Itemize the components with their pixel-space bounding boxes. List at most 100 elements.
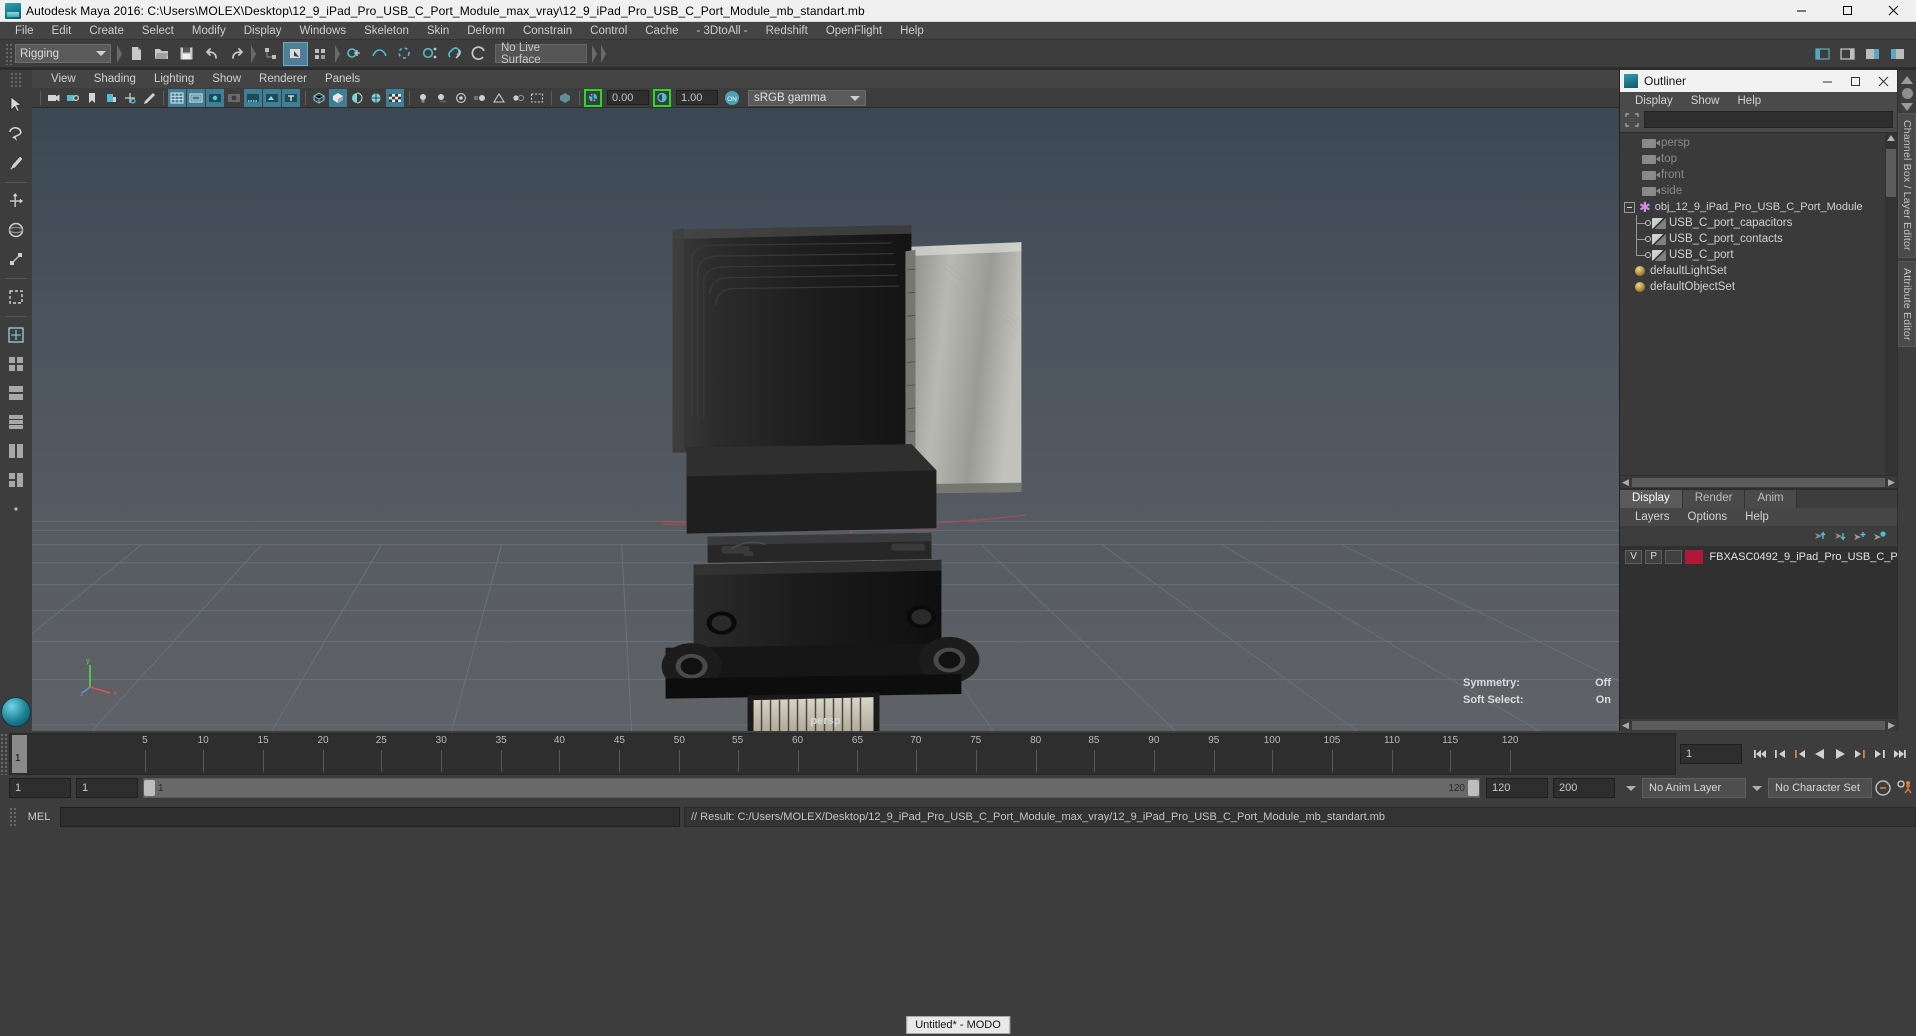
layer-editor-horizontal-scrollbar[interactable]: ◀ ▶ [1620,719,1897,731]
select-by-component-icon[interactable] [308,42,333,66]
current-frame-field[interactable]: 1 [1680,744,1742,764]
wireframe-on-shaded-icon[interactable] [367,89,385,107]
menu-select[interactable]: Select [133,22,183,40]
snap-to-point-icon[interactable] [392,42,417,66]
selection-filter-icon[interactable] [1624,112,1640,128]
show-hide-channel-box-icon[interactable] [1860,42,1885,66]
scroll-right-icon[interactable]: ▶ [1886,477,1897,488]
show-hide-attribute-editor-icon[interactable] [1835,42,1860,66]
grid-toggle-icon[interactable] [168,88,186,107]
new-layer-icon[interactable] [1849,527,1869,545]
menu-display[interactable]: Display [235,22,291,40]
menu-constrain[interactable]: Constrain [514,22,581,40]
scroll-right-icon[interactable]: ▶ [1886,720,1897,731]
scroll-thumb-icon[interactable] [1901,88,1913,99]
viewport-3d-canvas[interactable]: y x z Symmetry: Off Soft Select: On pers… [32,108,1619,731]
undo-icon[interactable] [199,42,224,66]
menu-file[interactable]: File [6,22,43,40]
image-plane-icon[interactable] [102,89,120,107]
tab-channel-box-layer-editor[interactable]: Channel Box / Layer Editor [1898,113,1916,258]
step-forward-frame-icon[interactable] [1850,743,1870,765]
range-slider-bar[interactable]: 1 120 [143,778,1480,798]
outliner-menu-help[interactable]: Help [1729,92,1771,110]
snap-to-projected-center-icon[interactable] [417,42,442,66]
outliner-item-capacitors[interactable]: USB_C_port_capacitors [1620,215,1897,231]
rotate-tool[interactable] [2,216,30,244]
move-tool[interactable] [2,187,30,215]
maximize-button[interactable] [1824,0,1870,22]
persp-outliner-layout[interactable] [2,379,30,407]
isolate-select-icon[interactable] [528,89,546,107]
menu-redshift[interactable]: Redshift [757,22,817,40]
viewport-menu-show[interactable]: Show [203,70,250,88]
layer-list[interactable]: V P FBXASC0492_9_iPad_Pro_USB_C_Por [1620,546,1897,719]
go-to-end-icon[interactable] [1890,743,1910,765]
redo-icon[interactable] [224,42,249,66]
outliner-vertical-scrollbar[interactable] [1885,133,1897,475]
exposure-value[interactable]: 0.00 [607,90,649,105]
new-scene-icon[interactable] [124,42,149,66]
layer-visibility-toggle[interactable]: V [1625,549,1643,564]
step-forward-keyframe-icon[interactable] [1870,743,1890,765]
taskbar-item-modo[interactable]: Untitled* - MODO [906,1016,1010,1034]
toolbar-collapse-5[interactable] [599,43,608,65]
depth-of-field-icon[interactable] [509,89,527,107]
outliner-item-persp[interactable]: persp [1620,135,1897,151]
chevron-down-icon[interactable] [1626,785,1636,791]
layer-playback-toggle[interactable]: P [1645,549,1663,564]
shadows-icon[interactable] [433,89,451,107]
color-management-toggle[interactable]: ON [722,89,742,107]
snap-to-view-plane-icon[interactable] [442,42,467,66]
tab-attribute-editor[interactable]: Attribute Editor [1898,260,1916,348]
scroll-up-icon[interactable] [1901,76,1913,84]
collapse-expand-icon[interactable] [1624,201,1635,213]
gamma-value[interactable]: 1.00 [676,90,718,105]
exposure-icon[interactable] [584,88,602,107]
save-scene-icon[interactable] [174,42,199,66]
menu-3dtoall[interactable]: - 3DtoAll - [688,22,757,40]
auto-keyframe-icon[interactable] [1872,777,1894,799]
animation-preferences-icon[interactable] [1894,777,1916,799]
outliner-menu-display[interactable]: Display [1626,92,1682,110]
menu-help[interactable]: Help [891,22,933,40]
scroll-left-icon[interactable]: ◀ [1620,477,1631,488]
snap-to-curve-icon[interactable] [367,42,392,66]
viewport-menu-renderer[interactable]: Renderer [250,70,316,88]
make-live-icon[interactable] [467,42,492,66]
toolbar-collapse-3[interactable] [333,43,342,65]
four-view-layout[interactable] [2,350,30,378]
shade-selected-icon[interactable] [348,89,366,107]
close-button[interactable] [1870,0,1916,22]
smooth-shade-all-icon[interactable] [329,88,347,107]
outliner-item-obj-group[interactable]: ✱ obj_12_9_iPad_Pro_USB_C_Port_Module [1620,199,1897,215]
outliner-item-contacts[interactable]: USB_C_port_contacts [1620,231,1897,247]
time-slider-track[interactable]: 1 5 10 15 20 25 30 35 40 45 50 55 60 65 … [9,733,1676,775]
outliner-item-side[interactable]: side [1620,183,1897,199]
statusline-grip[interactable] [5,42,12,65]
layer-row[interactable]: V P FBXASC0492_9_iPad_Pro_USB_C_Por [1620,548,1897,565]
outliner-item-top[interactable]: top [1620,151,1897,167]
layer-menu-help[interactable]: Help [1736,508,1778,526]
select-by-object-icon[interactable] [283,41,308,66]
minimize-button[interactable] [1778,0,1824,22]
step-back-keyframe-icon[interactable] [1770,743,1790,765]
resolution-gate-icon[interactable] [206,88,224,107]
outliner-horizontal-scrollbar[interactable]: ◀ ▶ [1620,475,1897,488]
playback-end-time-field[interactable]: 120 [1486,778,1548,798]
live-surface-field[interactable]: No Live Surface [495,42,587,66]
menu-skeleton[interactable]: Skeleton [355,22,418,40]
animation-start-time-field[interactable]: 1 [9,778,71,798]
more-layouts[interactable] [2,495,30,523]
outliner-item-defaultlightset[interactable]: defaultLightSet [1620,263,1897,279]
viewport-menu-shading[interactable]: Shading [85,70,145,88]
open-scene-icon[interactable] [149,42,174,66]
play-backwards-icon[interactable] [1810,743,1830,765]
snap-to-grid-icon[interactable] [342,42,367,66]
menu-skin[interactable]: Skin [418,22,458,40]
animation-end-time-field[interactable]: 200 [1553,778,1615,798]
select-camera-icon[interactable] [45,89,63,107]
multisample-aa-icon[interactable] [490,89,508,107]
scrollbar-thumb[interactable] [1886,149,1896,197]
outliner-tree[interactable]: persp top front side ✱ obj_12_9_iPad_Pro… [1620,132,1897,475]
single-perspective-layout[interactable] [2,321,30,349]
